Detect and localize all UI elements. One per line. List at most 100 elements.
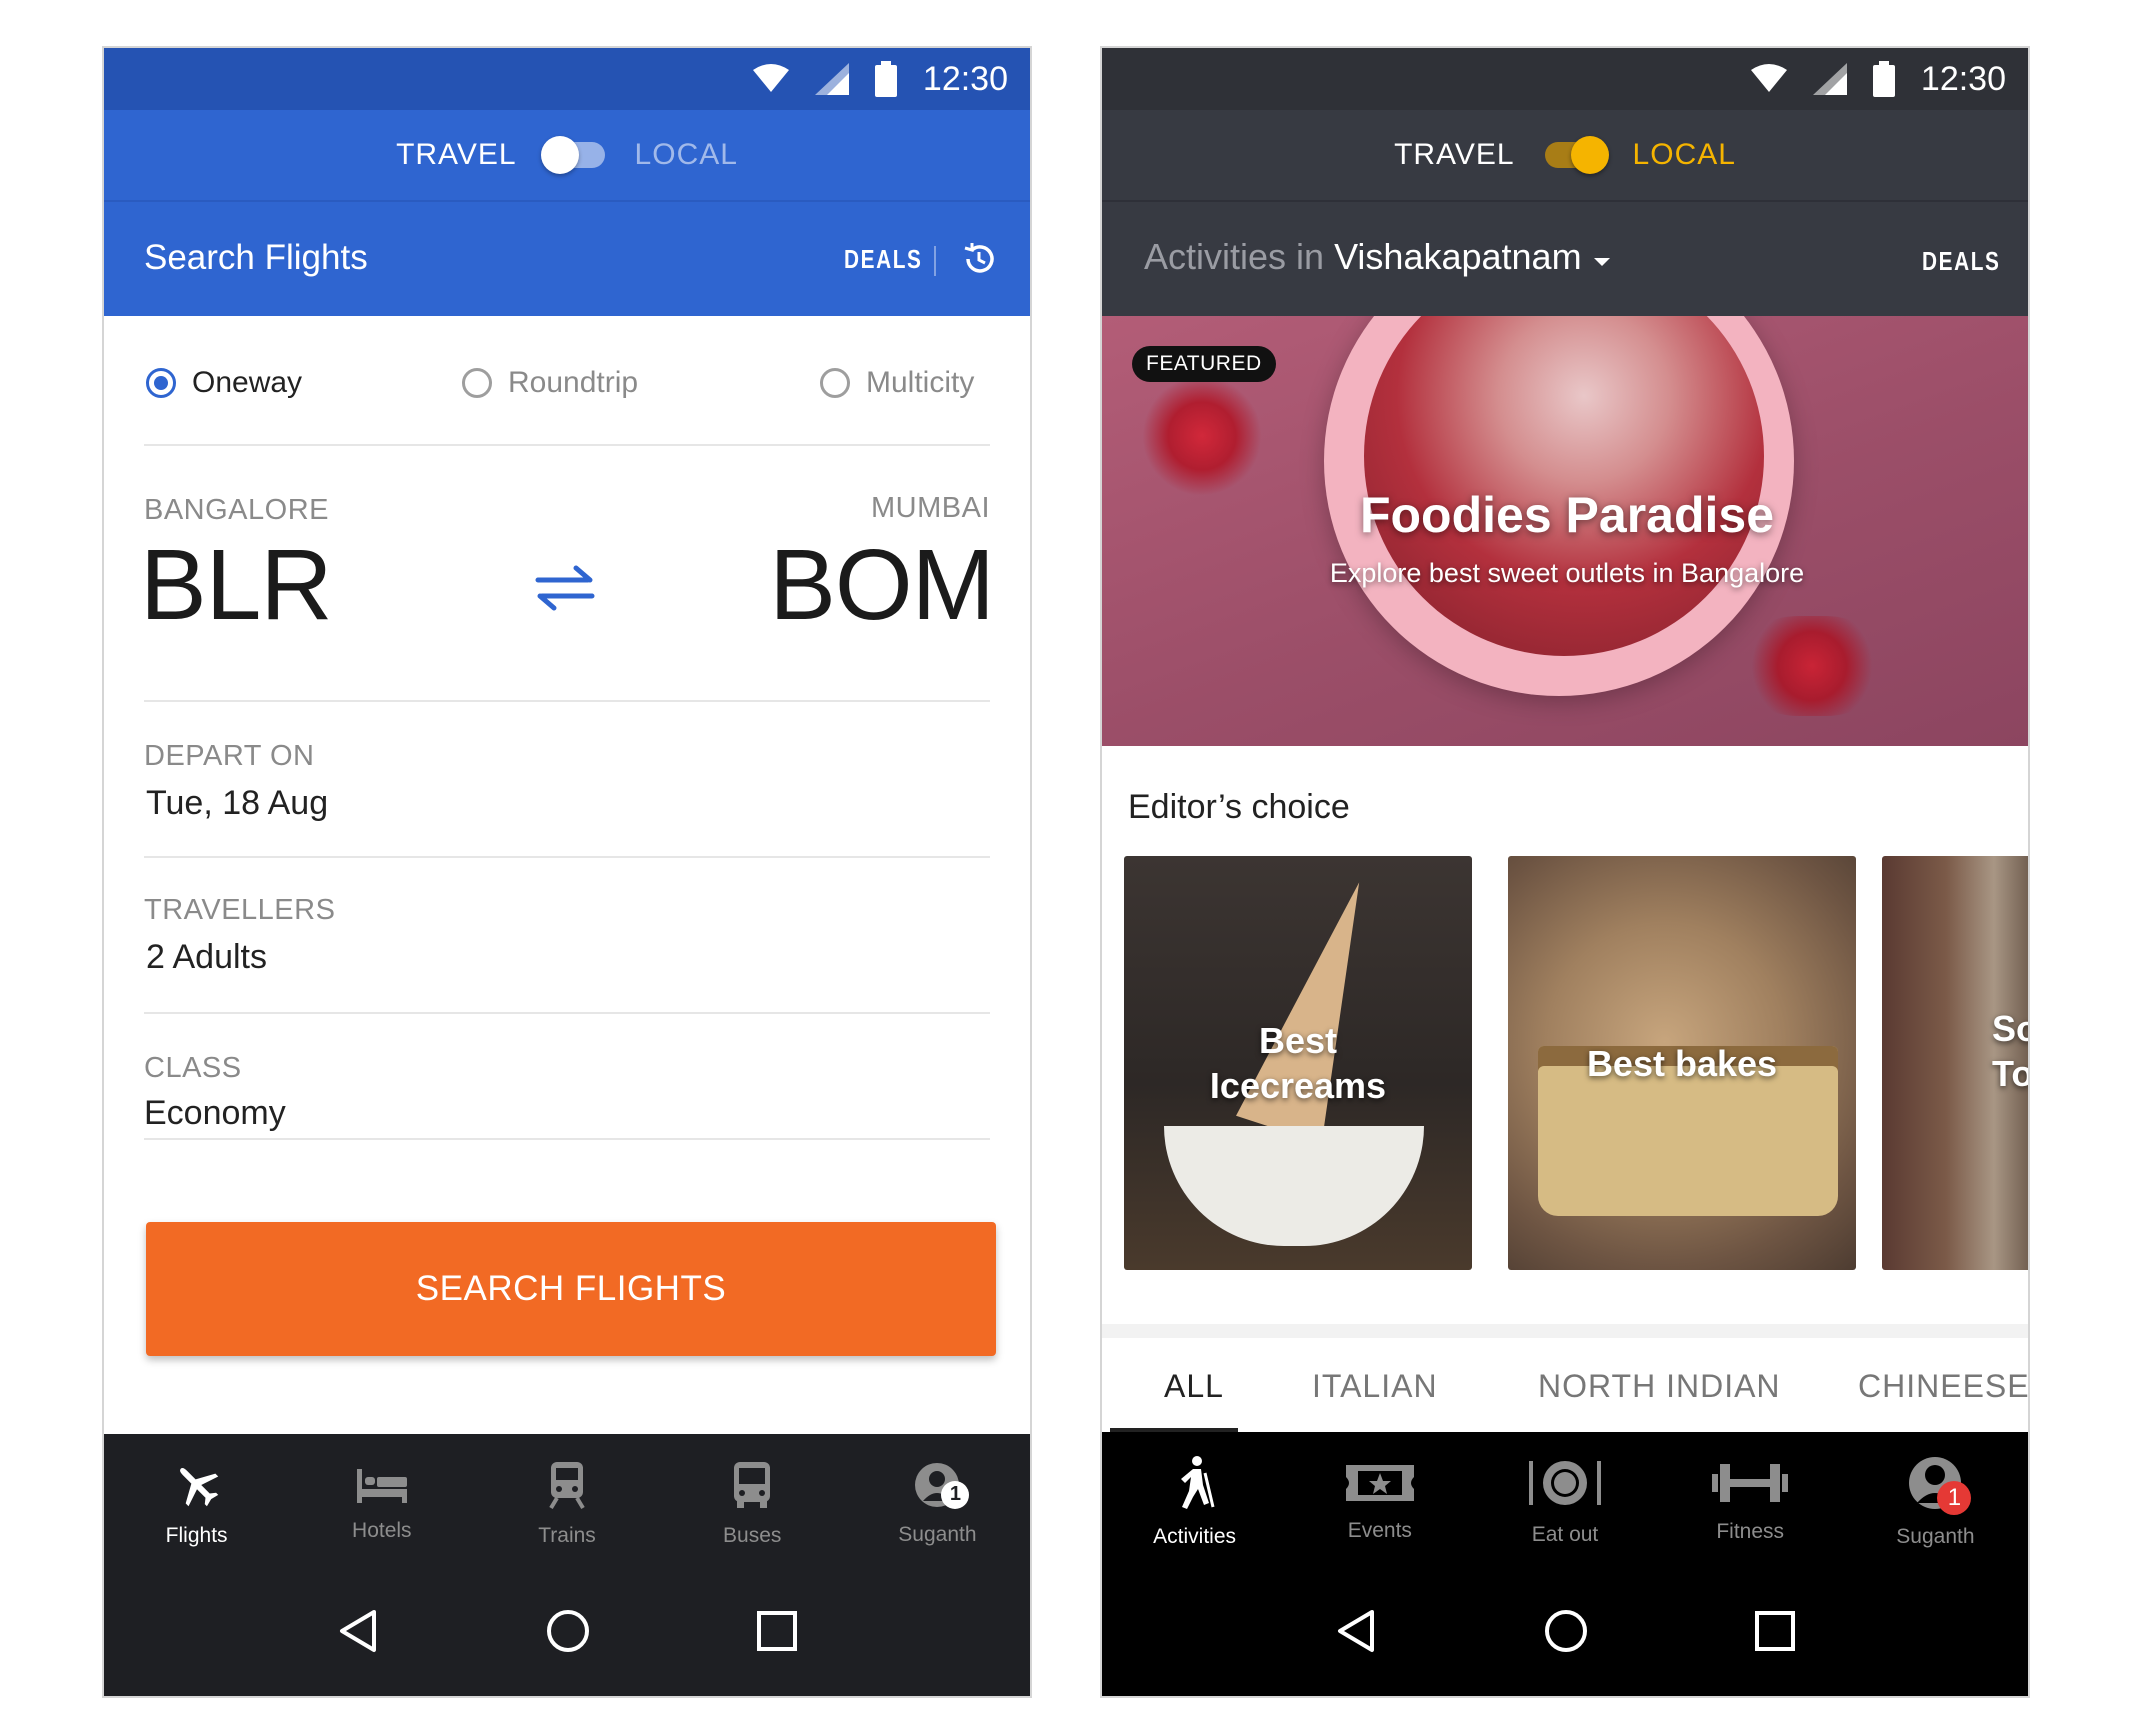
nav-label: Eat out	[1531, 1522, 1599, 1546]
travellers-label: TRAVELLERS	[144, 894, 336, 926]
profile-icon: 1	[913, 1461, 970, 1515]
category-tabs: ALL ITALIAN NORTH INDIAN CHINEESE	[1102, 1324, 2028, 1432]
bottom-nav: Activities Events Eat out Fitness 1 Suga…	[1102, 1432, 2028, 1572]
travel-local-toggle-bar: TRAVEL LOCAL	[104, 110, 1030, 200]
local-label: LOCAL	[634, 138, 738, 171]
tab-italian[interactable]: ITALIAN	[1312, 1368, 1438, 1405]
radio-selected-icon	[146, 368, 176, 398]
local-activities-screen: 12:30 TRAVEL LOCAL Activities in Vishaka…	[1100, 46, 2030, 1698]
page-title: Search Flights	[144, 238, 368, 277]
swap-icon[interactable]	[534, 562, 596, 614]
recents-icon[interactable]	[756, 1610, 798, 1657]
signal-icon	[814, 63, 849, 95]
airplane-icon	[172, 1460, 222, 1516]
nav-label: Flights	[165, 1523, 228, 1547]
plate-icon	[1525, 1457, 1605, 1515]
switch-knob	[1570, 136, 1609, 174]
local-label: LOCAL	[1632, 138, 1736, 171]
nav-label: Buses	[723, 1523, 782, 1547]
bottom-nav: Flights Hotels Trains Buses 1 Suganth	[104, 1434, 1030, 1574]
divider	[144, 444, 990, 446]
card-title: SoTo	[1992, 1008, 2030, 1094]
tab-north-indian[interactable]: NORTH INDIAN	[1538, 1368, 1781, 1405]
chevron-down-icon	[1592, 236, 1612, 278]
deals-button[interactable]: DEALS	[844, 244, 923, 275]
divider	[144, 1012, 990, 1014]
back-icon[interactable]	[336, 1608, 380, 1659]
clock: 12:30	[922, 59, 1008, 98]
history-icon[interactable]	[960, 240, 998, 278]
radio-oneway[interactable]: Oneway	[146, 366, 302, 400]
flights-screen: 12:30 TRAVEL LOCAL Search Flights DEALS …	[102, 46, 1032, 1698]
back-icon[interactable]	[1334, 1608, 1378, 1659]
berry-garnish	[1142, 376, 1262, 496]
location-city: Vishakapatnam	[1334, 236, 1582, 277]
ticket-icon	[1342, 1461, 1418, 1511]
berry-garnish	[1742, 616, 1882, 716]
featured-subtitle: Explore best sweet outlets in Bangalore	[1329, 558, 1805, 588]
dumbbell-icon	[1710, 1460, 1790, 1512]
bus-icon	[731, 1460, 773, 1516]
radio-roundtrip[interactable]: Roundtrip	[462, 366, 638, 400]
travel-local-switch[interactable]	[540, 136, 605, 174]
nav-label: Fitness	[1716, 1519, 1785, 1543]
depart-label: DEPART ON	[144, 740, 315, 772]
bed-icon	[355, 1465, 409, 1511]
profile-icon: 1	[1907, 1455, 1972, 1517]
nav-activities[interactable]: Activities	[1102, 1432, 1287, 1571]
class-value[interactable]: Economy	[144, 1094, 286, 1133]
nav-label: Suganth	[1896, 1524, 1975, 1548]
card-title: Best bakes	[1586, 1042, 1778, 1084]
travel-local-toggle-bar: TRAVEL LOCAL	[1102, 110, 2028, 200]
location-selector[interactable]: Activities in Vishakapatnam	[1144, 236, 1612, 278]
battery-icon	[1872, 61, 1895, 97]
system-nav-bar	[104, 1570, 1030, 1696]
nav-profile[interactable]: 1 Suganth	[1843, 1432, 2028, 1571]
featured-badge: FEATURED	[1132, 346, 1276, 382]
divider	[144, 1138, 990, 1140]
battery-icon	[874, 61, 897, 97]
tab-all[interactable]: ALL	[1164, 1368, 1224, 1405]
nav-eat-out[interactable]: Eat out	[1472, 1432, 1657, 1571]
radio-multicity[interactable]: Multicity	[820, 366, 974, 400]
nav-profile[interactable]: 1 Suganth	[845, 1434, 1030, 1573]
depart-date[interactable]: Tue, 18 Aug	[146, 784, 328, 823]
system-nav-bar	[1102, 1570, 2028, 1696]
radio-label: Multicity	[866, 366, 975, 399]
deals-button[interactable]: DEALS	[1922, 246, 2001, 277]
featured-banner[interactable]: FEATURED Foodies Paradise Explore best s…	[1102, 316, 2028, 746]
nav-buses[interactable]: Buses	[660, 1434, 845, 1573]
card-third-partial[interactable]: SoTo	[1882, 856, 2030, 1270]
destination-code[interactable]: BOM	[769, 528, 995, 643]
nav-trains[interactable]: Trains	[474, 1434, 659, 1573]
nav-label: Trains	[538, 1523, 596, 1547]
nav-flights[interactable]: Flights	[104, 1434, 289, 1573]
tab-chineese[interactable]: CHINEESE	[1858, 1368, 2028, 1405]
recents-icon[interactable]	[1754, 1610, 1796, 1657]
nav-label: Hotels	[352, 1518, 412, 1542]
divider	[144, 856, 990, 858]
origin-city: BANGALORE	[144, 494, 329, 526]
nav-events[interactable]: Events	[1287, 1432, 1472, 1571]
app-header: Search Flights DEALS	[104, 200, 1030, 316]
destination-city: MUMBAI	[871, 492, 990, 524]
nav-fitness[interactable]: Fitness	[1658, 1432, 1843, 1571]
travel-local-switch[interactable]	[1544, 136, 1609, 174]
travellers-value[interactable]: 2 Adults	[146, 938, 267, 977]
card-title: Best Icecreams	[1209, 1020, 1387, 1106]
card-best-icecreams[interactable]: Best Icecreams	[1124, 856, 1472, 1270]
home-icon[interactable]	[545, 1608, 591, 1659]
card-best-bakes[interactable]: Best bakes	[1508, 856, 1856, 1270]
clock: 12:30	[1920, 59, 2006, 98]
location-prefix: Activities in	[1144, 236, 1325, 277]
search-flights-button[interactable]: SEARCH FLIGHTS	[146, 1222, 996, 1356]
nav-hotels[interactable]: Hotels	[289, 1434, 474, 1573]
home-icon[interactable]	[1543, 1608, 1589, 1659]
origin-code[interactable]: BLR	[140, 528, 333, 643]
signal-icon	[1812, 63, 1847, 95]
section-title: Editor’s choice	[1128, 788, 1350, 826]
status-bar: 12:30	[1102, 48, 2028, 110]
featured-title: Foodies Paradise	[1359, 487, 1775, 543]
radio-label: Roundtrip	[508, 366, 639, 399]
notification-badge: 1	[941, 1480, 970, 1509]
